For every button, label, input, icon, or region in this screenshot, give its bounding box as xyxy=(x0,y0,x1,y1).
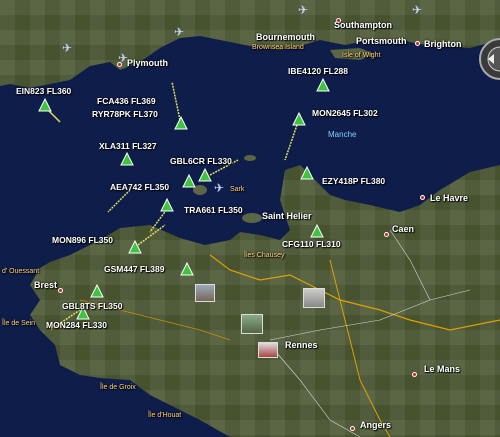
photo-thumbnail-icon[interactable] xyxy=(303,288,325,308)
city-label-plymouth[interactable]: Plymouth xyxy=(127,58,168,68)
triangle-marker-icon[interactable] xyxy=(198,168,212,182)
triangle-marker-icon[interactable] xyxy=(180,262,194,276)
city-label-angers[interactable]: Angers xyxy=(360,420,391,430)
triangle-marker-icon[interactable] xyxy=(300,166,314,180)
triangle-marker-icon[interactable] xyxy=(128,240,142,254)
place-label-iles-chausey: Îles Chausey xyxy=(244,252,285,259)
flight-label-gbl6cr[interactable]: GBL6CR FL330 xyxy=(170,156,232,166)
triangle-marker-icon[interactable] xyxy=(316,78,330,92)
alderney-island xyxy=(244,155,256,161)
sea-label-manche: Manche xyxy=(328,130,357,139)
flight-label-ibe4120[interactable]: IBE4120 FL288 xyxy=(288,66,348,76)
photo-thumbnail-icon[interactable] xyxy=(241,314,263,334)
triangle-marker-icon[interactable] xyxy=(38,98,52,112)
airplane-icon[interactable]: ✈ xyxy=(298,4,308,16)
triangle-marker-icon[interactable] xyxy=(160,198,174,212)
photo-thumbnail-icon[interactable] xyxy=(195,284,215,302)
triangle-marker-icon[interactable] xyxy=(174,116,188,130)
flight-label-ryr78pk[interactable]: RYR78PK FL370 xyxy=(92,109,158,119)
photo-thumbnail-icon[interactable] xyxy=(258,342,278,358)
airplane-icon[interactable]: ✈ xyxy=(62,42,72,54)
flight-label-mon2645[interactable]: MON2645 FL302 xyxy=(312,108,378,118)
city-label-le-havre[interactable]: Le Havre xyxy=(430,193,468,203)
city-label-portsmouth[interactable]: Portsmouth xyxy=(356,36,407,46)
nav-ring-icon[interactable] xyxy=(470,36,500,82)
flight-label-fca436[interactable]: FCA436 FL369 xyxy=(97,96,156,106)
place-label-isle-of-wight: Isle of Wight xyxy=(342,52,381,59)
flight-label-ein823[interactable]: EIN823 FL360 xyxy=(16,86,71,96)
flight-label-gbl8ts[interactable]: GBL8TS FL350 xyxy=(62,301,122,311)
airplane-icon[interactable]: ✈ xyxy=(412,4,422,16)
city-dot[interactable] xyxy=(384,232,389,237)
triangle-marker-icon[interactable] xyxy=(310,224,324,238)
city-dot[interactable] xyxy=(420,195,425,200)
flight-label-xla311[interactable]: XLA311 FL327 xyxy=(99,141,157,151)
triangle-marker-icon[interactable] xyxy=(90,284,104,298)
city-dot[interactable] xyxy=(412,372,417,377)
place-label-ile-de-groix: Île de Groix xyxy=(100,384,136,391)
jersey-island xyxy=(242,213,262,223)
city-dot[interactable] xyxy=(117,62,122,67)
triangle-marker-icon[interactable] xyxy=(120,152,134,166)
place-label-ile-d-houat: Île d'Houat xyxy=(148,412,182,419)
city-label-bournemouth[interactable]: Bournemouth xyxy=(256,32,315,42)
city-dot[interactable] xyxy=(350,426,355,431)
city-label-brighton[interactable]: Brighton xyxy=(424,39,462,49)
map-view[interactable]: ✈ ✈ ✈ ✈ ✈ ✈ Bournemouth Southampton Port… xyxy=(0,0,500,437)
flight-label-ezy418p[interactable]: EZY418P FL380 xyxy=(322,176,385,186)
place-label-ouessant: d' Ouessant xyxy=(2,268,40,275)
city-label-le-mans[interactable]: Le Mans xyxy=(424,364,460,374)
flight-label-mon896[interactable]: MON896 FL350 xyxy=(52,235,113,245)
city-dot[interactable] xyxy=(58,288,63,293)
flight-label-cfg110[interactable]: CFG110 FL310 xyxy=(282,239,341,249)
place-label-ile-de-sein: Île de Sein xyxy=(2,320,36,327)
place-label-sark: Sark xyxy=(230,186,245,193)
flight-label-gsm447[interactable]: GSM447 FL389 xyxy=(104,264,164,274)
flight-label-aea742[interactable]: AEA742 FL350 xyxy=(110,182,169,192)
airplane-icon[interactable]: ✈ xyxy=(174,26,184,38)
city-label-rennes[interactable]: Rennes xyxy=(285,340,318,350)
city-label-saint-helier[interactable]: Saint Helier xyxy=(262,211,312,221)
triangle-marker-icon[interactable] xyxy=(292,112,306,126)
city-label-southampton[interactable]: Southampton xyxy=(334,20,392,30)
place-label-brownsea-island: Brownsea Island xyxy=(252,44,304,51)
flight-label-tra661[interactable]: TRA661 FL350 xyxy=(184,205,243,215)
airplane-icon[interactable]: ✈ xyxy=(214,182,224,194)
city-label-brest[interactable]: Brest xyxy=(34,280,57,290)
flight-label-mon284[interactable]: MON284 FL330 xyxy=(46,320,107,330)
city-dot[interactable] xyxy=(415,41,420,46)
city-label-caen[interactable]: Caen xyxy=(392,224,414,234)
triangle-marker-icon[interactable] xyxy=(182,174,196,188)
